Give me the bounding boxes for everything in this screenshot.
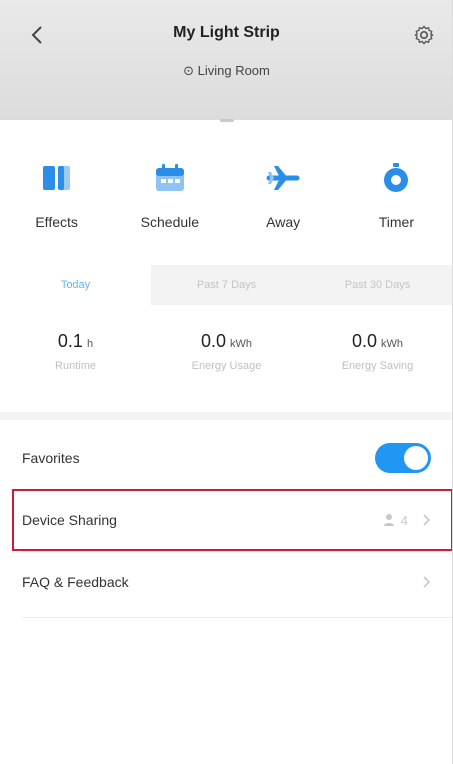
faq-feedback-label: FAQ & Feedback: [22, 574, 129, 590]
favorites-toggle[interactable]: [375, 443, 431, 473]
airplane-icon: [263, 158, 303, 198]
stopwatch-icon: [376, 158, 416, 198]
effects-button[interactable]: Effects: [7, 130, 107, 230]
timer-label: Timer: [378, 214, 414, 230]
stat-runtime: 0.1 h Runtime: [0, 325, 151, 395]
away-label: Away: [266, 214, 301, 230]
energy-saving-unit: kWh: [381, 338, 404, 350]
section-divider: [0, 412, 453, 420]
page-title: My Light Strip: [173, 24, 280, 41]
device-sharing-label: Device Sharing: [22, 512, 117, 528]
stat-energy-usage: 0.0 kWh Energy Usage: [151, 325, 302, 395]
calendar-icon: [150, 158, 190, 198]
schedule-label: Schedule: [140, 214, 200, 230]
quick-controls: Effects Schedule Away Timer: [0, 130, 453, 250]
timer-button[interactable]: Timer: [346, 130, 446, 230]
tab-past-30-days[interactable]: Past 30 Days: [302, 265, 453, 305]
app-screen: My Light Strip ⊙ Living Room Effects Sch…: [0, 0, 453, 764]
faq-feedback-row[interactable]: FAQ & Feedback: [22, 552, 453, 612]
person-icon: [383, 514, 394, 526]
energy-saving-value: 0.0: [351, 331, 378, 351]
energy-usage-unit: kWh: [230, 338, 253, 350]
toggle-knob: [404, 446, 428, 470]
share-count: 4: [400, 512, 408, 528]
header: My Light Strip ⊙ Living Room: [0, 0, 453, 122]
runtime-unit: h: [86, 338, 94, 350]
gear-icon: [414, 25, 434, 45]
settings-button[interactable]: [409, 20, 439, 50]
favorites-label: Favorites: [22, 450, 80, 466]
tab-past-7-days[interactable]: Past 7 Days: [151, 265, 302, 305]
chevron-right-icon: [423, 514, 431, 526]
energy-saving-caption: Energy Saving: [341, 360, 414, 372]
chevron-right-icon: [423, 576, 431, 588]
runtime-value: 0.1: [57, 331, 83, 351]
effects-icon: [37, 158, 77, 198]
room-label: ⊙ Living Room: [183, 63, 270, 78]
device-sharing-row[interactable]: Device Sharing 4: [22, 490, 453, 550]
row-separator: [22, 617, 453, 618]
runtime-caption: Runtime: [55, 360, 96, 372]
effects-label: Effects: [35, 214, 78, 230]
stat-energy-saving: 0.0 kWh Energy Saving: [302, 325, 453, 395]
tab-today[interactable]: Today: [0, 265, 151, 305]
period-tabs: Today Past 7 Days Past 30 Days: [0, 265, 453, 305]
energy-usage-caption: Energy Usage: [191, 360, 262, 372]
schedule-button[interactable]: Schedule: [120, 130, 220, 230]
favorites-row: Favorites: [22, 428, 453, 488]
energy-usage-value: 0.0: [200, 331, 227, 351]
usage-stats: 0.1 h Runtime 0.0 kWh Energy Usage 0.0 kWh …: [0, 325, 453, 395]
away-button[interactable]: Away: [233, 130, 333, 230]
sheet-handle: [219, 119, 234, 122]
